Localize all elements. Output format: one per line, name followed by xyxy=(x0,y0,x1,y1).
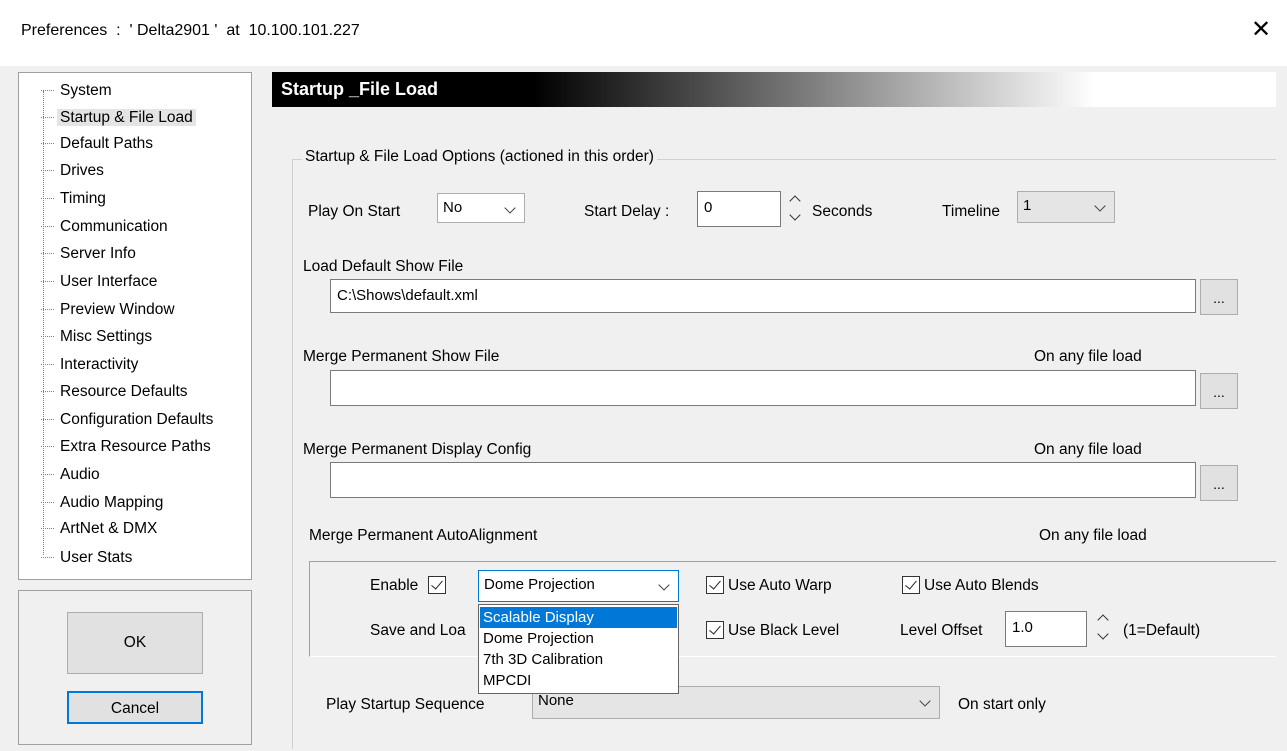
tree-item-server-info[interactable]: Server Info xyxy=(41,242,139,268)
settings-tree[interactable]: System Startup & File Load Default Paths… xyxy=(18,72,252,580)
tree-item-default-paths[interactable]: Default Paths xyxy=(41,132,156,158)
tree-item-timing[interactable]: Timing xyxy=(41,187,109,213)
startup-sequence-label: Play Startup Sequence xyxy=(326,696,485,713)
button-panel: OK Cancel xyxy=(18,590,252,745)
tree-item-configuration-defaults[interactable]: Configuration Defaults xyxy=(41,408,216,434)
merge-display-label: Merge Permanent Display Config xyxy=(303,441,532,458)
tree-item-user-stats[interactable]: User Stats xyxy=(41,546,135,572)
tree-item-system[interactable]: System xyxy=(41,79,115,105)
group-border-left xyxy=(292,159,293,749)
startup-sequence-note: On start only xyxy=(958,696,1046,713)
play-on-start-value: No xyxy=(443,199,463,216)
dropdown-option-scalable-display[interactable]: Scalable Display xyxy=(480,607,677,628)
tree-item-resource-defaults[interactable]: Resource Defaults xyxy=(41,380,191,406)
cancel-button[interactable]: Cancel xyxy=(67,691,203,724)
tree-item-audio[interactable]: Audio xyxy=(41,463,103,489)
tree-item-user-interface[interactable]: User Interface xyxy=(41,270,160,296)
spin-up-icon[interactable] xyxy=(1097,614,1109,626)
alignment-mode-dropdown[interactable]: Scalable Display Dome Projection 7th 3D … xyxy=(478,604,679,694)
level-offset-spinner[interactable] xyxy=(1095,611,1111,645)
merge-show-browse-button[interactable]: ... xyxy=(1200,373,1238,409)
merge-display-browse-button[interactable]: ... xyxy=(1200,465,1238,501)
check-icon xyxy=(431,577,443,590)
auto-alignment-panel xyxy=(309,561,1276,657)
default-show-input[interactable]: C:\Shows\default.xml xyxy=(330,279,1196,313)
chevron-down-icon xyxy=(656,571,672,599)
merge-display-note: On any file load xyxy=(1034,441,1142,458)
timeline-select[interactable]: 1 xyxy=(1017,191,1115,223)
level-offset-input[interactable]: 1.0 xyxy=(1005,611,1087,647)
level-offset-note: (1=Default) xyxy=(1123,622,1201,639)
tree-item-startup-file-load[interactable]: Startup & File Load xyxy=(41,106,196,132)
use-black-level-checkbox[interactable] xyxy=(706,621,724,639)
merge-show-label: Merge Permanent Show File xyxy=(303,348,500,365)
enable-checkbox[interactable] xyxy=(428,576,446,594)
start-delay-unit: Seconds xyxy=(812,203,873,220)
merge-show-note: On any file load xyxy=(1034,348,1142,365)
spin-down-icon[interactable] xyxy=(789,209,801,221)
check-icon xyxy=(709,577,721,590)
start-delay-label: Start Delay : xyxy=(584,203,670,220)
dropdown-option-mpcdi[interactable]: MPCDI xyxy=(480,670,677,691)
page-title: Startup _File Load xyxy=(272,72,1276,107)
start-delay-input[interactable]: 0 xyxy=(697,191,781,227)
ok-button[interactable]: OK xyxy=(67,612,203,674)
spin-up-icon[interactable] xyxy=(789,195,801,207)
alignment-mode-select[interactable]: Dome Projection xyxy=(478,570,679,602)
save-and-load-label: Save and Loa xyxy=(370,622,466,639)
group-title: Startup & File Load Options (actioned in… xyxy=(302,148,657,166)
close-icon[interactable]: ✕ xyxy=(1248,18,1274,44)
play-on-start-label: Play On Start xyxy=(308,203,401,220)
chevron-down-icon xyxy=(502,194,518,222)
default-show-browse-button[interactable]: ... xyxy=(1200,279,1238,315)
use-auto-warp-label: Use Auto Warp xyxy=(728,577,832,594)
chevron-down-icon xyxy=(1092,192,1108,220)
dropdown-option-dome-projection[interactable]: Dome Projection xyxy=(480,628,677,649)
use-black-level-label: Use Black Level xyxy=(728,622,840,639)
merge-display-input[interactable] xyxy=(330,462,1196,498)
merge-show-input[interactable] xyxy=(330,370,1196,406)
timeline-label: Timeline xyxy=(942,203,1000,220)
tree-item-interactivity[interactable]: Interactivity xyxy=(41,353,141,379)
tree-item-drives[interactable]: Drives xyxy=(41,159,107,185)
use-auto-blends-checkbox[interactable] xyxy=(902,576,920,594)
timeline-value: 1 xyxy=(1023,197,1032,214)
use-auto-blends-label: Use Auto Blends xyxy=(924,577,1039,594)
check-icon xyxy=(709,622,721,635)
chevron-down-icon xyxy=(917,687,933,715)
spin-down-icon[interactable] xyxy=(1097,628,1109,640)
level-offset-label: Level Offset xyxy=(900,622,983,639)
auto-alignment-label: Merge Permanent AutoAlignment xyxy=(309,527,538,544)
start-delay-spinner[interactable] xyxy=(787,192,803,226)
dropdown-option-7th-3d-calibration[interactable]: 7th 3D Calibration xyxy=(480,649,677,670)
default-show-label: Load Default Show File xyxy=(303,258,464,275)
tree-item-artnet-dmx[interactable]: ArtNet & DMX xyxy=(41,517,160,543)
window-title: Preferences : ' Delta2901 ' at 10.100.10… xyxy=(21,22,360,39)
check-icon xyxy=(905,577,917,590)
tree-item-communication[interactable]: Communication xyxy=(41,215,171,241)
enable-label: Enable xyxy=(370,577,419,594)
tree-item-misc-settings[interactable]: Misc Settings xyxy=(41,325,155,351)
startup-sequence-value: None xyxy=(538,692,574,709)
alignment-mode-value: Dome Projection xyxy=(484,576,595,593)
tree-item-audio-mapping[interactable]: Audio Mapping xyxy=(41,491,166,517)
tree-item-preview-window[interactable]: Preview Window xyxy=(41,298,178,324)
use-auto-warp-checkbox[interactable] xyxy=(706,576,724,594)
auto-alignment-note: On any file load xyxy=(1039,527,1147,544)
tree-item-extra-resource-paths[interactable]: Extra Resource Paths xyxy=(41,435,214,461)
play-on-start-select[interactable]: No xyxy=(437,193,525,223)
cancel-button-label: Cancel xyxy=(110,700,160,717)
